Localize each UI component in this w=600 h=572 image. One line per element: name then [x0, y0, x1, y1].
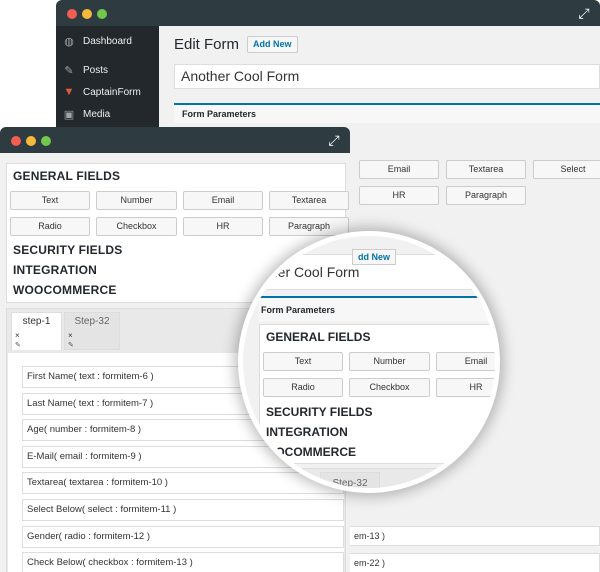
- magnified-integration-heading: INTEGRATION: [266, 425, 348, 439]
- sidebar-item-label: Posts: [83, 64, 109, 76]
- field-button-email[interactable]: Email: [359, 160, 439, 179]
- form-field-item[interactable]: Gender( radio : formitem-12 ): [22, 526, 344, 548]
- field-button-text[interactable]: Text: [10, 191, 90, 210]
- field-button-number[interactable]: Number: [96, 191, 177, 210]
- tab-label: step-1: [22, 316, 51, 327]
- pin-icon: ✎: [64, 64, 74, 77]
- tab-step-32[interactable]: Step-32 × ✎: [64, 312, 120, 350]
- magnified-general-heading: GENERAL FIELDS: [266, 330, 371, 344]
- sidebar-item-media[interactable]: ▣ Media: [62, 105, 110, 123]
- tab-step-1[interactable]: step-1 × ✎: [11, 312, 62, 350]
- magnified-button-number: Number: [349, 352, 430, 371]
- close-icon[interactable]: ×: [15, 331, 20, 340]
- field-button-paragraph[interactable]: Paragraph: [269, 217, 349, 236]
- minimize-window-button[interactable]: [26, 136, 36, 146]
- back-window: ⤢ ◍ Dashboard ✎ Posts ▼ CaptainForm ▣ Me…: [56, 0, 600, 140]
- field-button-radio[interactable]: Radio: [10, 217, 90, 236]
- magnified-fields-panel: GENERAL FIELDS Text Number Email Radio C…: [259, 324, 495, 464]
- tab-label: Step-32: [74, 316, 110, 327]
- magnified-button-hr: HR: [436, 378, 495, 397]
- edit-icon[interactable]: ✎: [15, 341, 21, 349]
- form-field-item[interactable]: Select Below( select : formitem-11 ): [22, 499, 344, 521]
- field-button-checkbox[interactable]: Checkbox: [96, 217, 177, 236]
- close-window-button[interactable]: [11, 136, 21, 146]
- sidebar-item-captainform[interactable]: ▼ CaptainForm: [62, 83, 141, 101]
- sidebar-item-label: Media: [83, 108, 111, 120]
- magnified-form-parameters: Form Parameters: [259, 296, 495, 322]
- magnified-button-email: Email: [436, 352, 495, 371]
- magnified-button-radio: Radio: [263, 378, 343, 397]
- zoom-window-button[interactable]: [97, 9, 107, 19]
- magnified-add-new-button: dd New: [352, 249, 397, 265]
- magnified-woocommerce-heading: OOCOMMERCE: [266, 445, 356, 459]
- admin-sidebar: ◍ Dashboard ✎ Posts ▼ CaptainForm ▣ Medi…: [56, 26, 159, 140]
- edit-form-content: Edit Form Add New Another Cool Form Form…: [159, 26, 600, 140]
- sidebar-item-label: Dashboard: [83, 35, 132, 47]
- close-icon[interactable]: ×: [68, 331, 73, 340]
- form-title-input[interactable]: Another Cool Form: [174, 64, 600, 89]
- page-title: Edit Form: [174, 36, 240, 53]
- expand-icon[interactable]: ⤢: [326, 132, 342, 148]
- field-button-email[interactable]: Email: [183, 191, 263, 210]
- sidebar-item-dashboard[interactable]: ◍ Dashboard: [62, 32, 132, 50]
- add-new-button[interactable]: Add New: [247, 36, 298, 53]
- woocommerce-heading[interactable]: WOOCOMMERCE: [13, 283, 117, 297]
- magnified-form-title: dd New ther Cool Form: [265, 249, 495, 290]
- form-field-item[interactable]: em-13 ): [350, 526, 600, 546]
- dashboard-icon: ◍: [64, 35, 74, 48]
- field-button-select[interactable]: Select: [533, 160, 600, 179]
- integration-heading[interactable]: INTEGRATION: [13, 263, 97, 277]
- expand-icon[interactable]: ⤢: [576, 5, 592, 21]
- media-icon: ▣: [63, 108, 75, 121]
- magnified-form-title-text: ther Cool Form: [266, 264, 360, 280]
- form-field-item[interactable]: em-22 ): [350, 553, 600, 572]
- general-fields-heading: GENERAL FIELDS: [13, 169, 121, 183]
- security-fields-heading[interactable]: SECURITY FIELDS: [13, 243, 122, 257]
- field-button-paragraph[interactable]: Paragraph: [446, 186, 526, 205]
- magnified-button-text: Text: [263, 352, 343, 371]
- close-window-button[interactable]: [67, 9, 77, 19]
- magnified-security-heading: SECURITY FIELDS: [266, 405, 373, 419]
- captainform-icon: ▼: [63, 86, 75, 98]
- edit-icon[interactable]: ✎: [68, 341, 74, 349]
- back-window-titlebar: ⤢: [56, 0, 600, 26]
- magnified-button-checkbox: Checkbox: [349, 378, 430, 397]
- field-button-hr[interactable]: HR: [359, 186, 439, 205]
- zoom-window-button[interactable]: [41, 136, 51, 146]
- field-button-textarea[interactable]: Textarea: [446, 160, 526, 179]
- form-parameters-header: Form Parameters: [174, 103, 600, 123]
- minimize-window-button[interactable]: [82, 9, 92, 19]
- field-button-textarea[interactable]: Textarea: [269, 191, 349, 210]
- sidebar-item-posts[interactable]: ✎ Posts: [62, 61, 108, 79]
- front-window-titlebar: ⤢: [0, 127, 350, 153]
- field-button-hr[interactable]: HR: [183, 217, 263, 236]
- form-field-item[interactable]: Check Below( checkbox : formitem-13 ): [22, 552, 344, 572]
- sidebar-item-label: CaptainForm: [83, 86, 141, 98]
- magnifier-lens: dd New ther Cool Form Form Parameters GE…: [238, 231, 500, 493]
